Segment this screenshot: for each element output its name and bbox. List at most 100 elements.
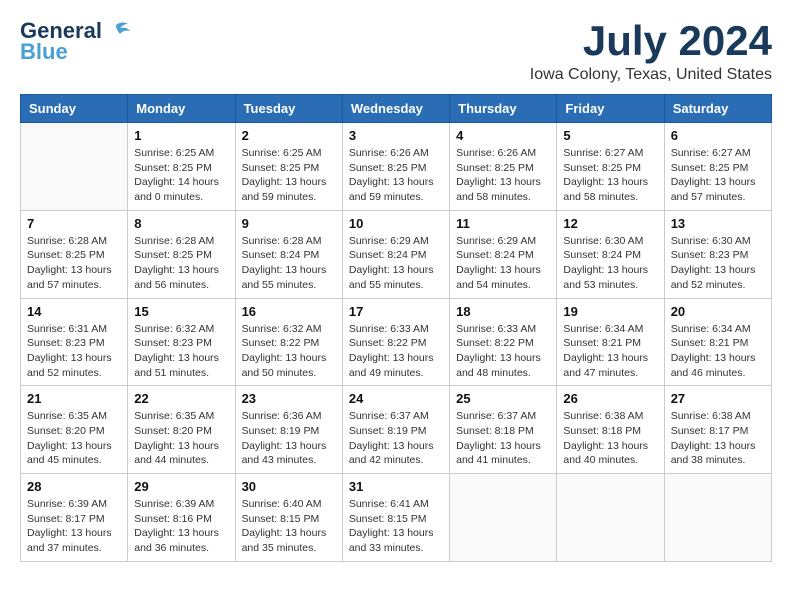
calendar-cell: 29Sunrise: 6:39 AM Sunset: 8:16 PM Dayli…: [128, 474, 235, 562]
calendar-cell: 13Sunrise: 6:30 AM Sunset: 8:23 PM Dayli…: [664, 210, 771, 298]
day-info: Sunrise: 6:32 AM Sunset: 8:22 PM Dayligh…: [242, 322, 336, 381]
day-number: 26: [563, 391, 657, 406]
calendar-cell: 30Sunrise: 6:40 AM Sunset: 8:15 PM Dayli…: [235, 474, 342, 562]
day-number: 18: [456, 304, 550, 319]
calendar-cell: 8 Sunrise: 6:28 AM Sunset: 8:25 PM Daylig…: [128, 210, 235, 298]
calendar-cell: 17 Sunrise: 6:33 AM Sunset: 8:22 PM Dayli…: [342, 298, 449, 386]
calendar-cell: 28 Sunrise: 6:39 AM Sunset: 8:17 PM Dayli…: [21, 474, 128, 562]
day-number: 23: [242, 391, 336, 406]
calendar-cell: 31 Sunrise: 6:41 AM Sunset: 8:15 PM Dayli…: [342, 474, 449, 562]
day-info: Sunrise: 6:28 AM Sunset: 8:24 PM Dayligh…: [242, 234, 336, 293]
logo-blue: Blue: [20, 39, 68, 65]
day-number: 21: [27, 391, 121, 406]
title-block: July 2024 Iowa Colony, Texas, United Sta…: [530, 20, 772, 84]
day-number: 17: [349, 304, 443, 319]
day-info: Sunrise: 6:35 AM Sunset: 8:20 PM Dayligh…: [134, 409, 228, 468]
calendar-cell: 11Sunrise: 6:29 AM Sunset: 8:24 PM Dayli…: [450, 210, 557, 298]
day-number: 2: [242, 128, 336, 143]
day-number: 11: [456, 216, 550, 231]
day-info: Sunrise: 6:33 AM Sunset: 8:22 PM Dayligh…: [349, 322, 443, 381]
calendar-cell: 19 Sunrise: 6:34 AM Sunset: 8:21 PM Dayli…: [557, 298, 664, 386]
day-number: 19: [563, 304, 657, 319]
calendar-cell: 12Sunrise: 6:30 AM Sunset: 8:24 PM Dayli…: [557, 210, 664, 298]
day-number: 14: [27, 304, 121, 319]
day-info: Sunrise: 6:39 AM Sunset: 8:17 PM Dayligh…: [27, 497, 121, 556]
day-info: Sunrise: 6:36 AM Sunset: 8:19 PM Dayligh…: [242, 409, 336, 468]
day-number: 27: [671, 391, 765, 406]
calendar-cell: 21 Sunrise: 6:35 AM Sunset: 8:20 PM Dayli…: [21, 386, 128, 474]
calendar-header-row: SundayMondayTuesdayWednesdayThursdayFrid…: [21, 95, 772, 123]
calendar-cell: 1 Sunrise: 6:25 AM Sunset: 8:25 PM Daylig…: [128, 123, 235, 211]
calendar-cell: 6 Sunrise: 6:27 AM Sunset: 8:25 PM Daylig…: [664, 123, 771, 211]
day-info: Sunrise: 6:30 AM Sunset: 8:23 PM Dayligh…: [671, 234, 765, 293]
weekday-header-tuesday: Tuesday: [235, 95, 342, 123]
day-info: Sunrise: 6:27 AM Sunset: 8:25 PM Dayligh…: [563, 146, 657, 205]
calendar-cell: [450, 474, 557, 562]
day-info: Sunrise: 6:38 AM Sunset: 8:17 PM Dayligh…: [671, 409, 765, 468]
calendar-week-row: 21 Sunrise: 6:35 AM Sunset: 8:20 PM Dayli…: [21, 386, 772, 474]
calendar-cell: 23 Sunrise: 6:36 AM Sunset: 8:19 PM Dayli…: [235, 386, 342, 474]
day-number: 4: [456, 128, 550, 143]
calendar-cell: 25 Sunrise: 6:37 AM Sunset: 8:18 PM Dayli…: [450, 386, 557, 474]
day-info: Sunrise: 6:40 AM Sunset: 8:15 PM Dayligh…: [242, 497, 336, 556]
month-title: July 2024: [530, 20, 772, 62]
weekday-header-sunday: Sunday: [21, 95, 128, 123]
calendar-week-row: 1 Sunrise: 6:25 AM Sunset: 8:25 PM Daylig…: [21, 123, 772, 211]
day-number: 6: [671, 128, 765, 143]
day-number: 3: [349, 128, 443, 143]
day-number: 28: [27, 479, 121, 494]
day-info: Sunrise: 6:38 AM Sunset: 8:18 PM Dayligh…: [563, 409, 657, 468]
day-info: Sunrise: 6:26 AM Sunset: 8:25 PM Dayligh…: [349, 146, 443, 205]
calendar-week-row: 7 Sunrise: 6:28 AM Sunset: 8:25 PM Daylig…: [21, 210, 772, 298]
day-number: 9: [242, 216, 336, 231]
calendar-cell: 22 Sunrise: 6:35 AM Sunset: 8:20 PM Dayli…: [128, 386, 235, 474]
day-number: 16: [242, 304, 336, 319]
calendar-cell: 15Sunrise: 6:32 AM Sunset: 8:23 PM Dayli…: [128, 298, 235, 386]
logo: General Blue: [20, 20, 130, 65]
weekday-header-wednesday: Wednesday: [342, 95, 449, 123]
day-info: Sunrise: 6:31 AM Sunset: 8:23 PM Dayligh…: [27, 322, 121, 381]
day-number: 1: [134, 128, 228, 143]
day-info: Sunrise: 6:25 AM Sunset: 8:25 PM Dayligh…: [242, 146, 336, 205]
calendar-cell: 10Sunrise: 6:29 AM Sunset: 8:24 PM Dayli…: [342, 210, 449, 298]
day-info: Sunrise: 6:35 AM Sunset: 8:20 PM Dayligh…: [27, 409, 121, 468]
day-number: 7: [27, 216, 121, 231]
calendar-cell: 2 Sunrise: 6:25 AM Sunset: 8:25 PM Daylig…: [235, 123, 342, 211]
calendar-cell: 3 Sunrise: 6:26 AM Sunset: 8:25 PM Daylig…: [342, 123, 449, 211]
weekday-header-thursday: Thursday: [450, 95, 557, 123]
day-info: Sunrise: 6:28 AM Sunset: 8:25 PM Dayligh…: [134, 234, 228, 293]
calendar-cell: 5 Sunrise: 6:27 AM Sunset: 8:25 PM Daylig…: [557, 123, 664, 211]
day-info: Sunrise: 6:25 AM Sunset: 8:25 PM Dayligh…: [134, 146, 228, 205]
day-number: 12: [563, 216, 657, 231]
day-info: Sunrise: 6:26 AM Sunset: 8:25 PM Dayligh…: [456, 146, 550, 205]
calendar-cell: 4 Sunrise: 6:26 AM Sunset: 8:25 PM Daylig…: [450, 123, 557, 211]
calendar-cell: 18 Sunrise: 6:33 AM Sunset: 8:22 PM Dayli…: [450, 298, 557, 386]
calendar-cell: 27 Sunrise: 6:38 AM Sunset: 8:17 PM Dayli…: [664, 386, 771, 474]
calendar-cell: 9 Sunrise: 6:28 AM Sunset: 8:24 PM Daylig…: [235, 210, 342, 298]
day-info: Sunrise: 6:27 AM Sunset: 8:25 PM Dayligh…: [671, 146, 765, 205]
day-number: 31: [349, 479, 443, 494]
day-number: 8: [134, 216, 228, 231]
day-number: 29: [134, 479, 228, 494]
day-info: Sunrise: 6:33 AM Sunset: 8:22 PM Dayligh…: [456, 322, 550, 381]
calendar-cell: 7Sunrise: 6:28 AM Sunset: 8:25 PM Daylig…: [21, 210, 128, 298]
day-number: 5: [563, 128, 657, 143]
page-header: General Blue July 2024 Iowa Colony, Texa…: [20, 20, 772, 84]
logo-bird-icon: [102, 21, 130, 43]
day-info: Sunrise: 6:34 AM Sunset: 8:21 PM Dayligh…: [563, 322, 657, 381]
weekday-header-saturday: Saturday: [664, 95, 771, 123]
calendar-cell: 24Sunrise: 6:37 AM Sunset: 8:19 PM Dayli…: [342, 386, 449, 474]
calendar-cell: [664, 474, 771, 562]
day-number: 10: [349, 216, 443, 231]
day-number: 22: [134, 391, 228, 406]
day-info: Sunrise: 6:37 AM Sunset: 8:18 PM Dayligh…: [456, 409, 550, 468]
day-info: Sunrise: 6:41 AM Sunset: 8:15 PM Dayligh…: [349, 497, 443, 556]
day-info: Sunrise: 6:37 AM Sunset: 8:19 PM Dayligh…: [349, 409, 443, 468]
weekday-header-monday: Monday: [128, 95, 235, 123]
day-number: 25: [456, 391, 550, 406]
calendar-cell: 16 Sunrise: 6:32 AM Sunset: 8:22 PM Dayli…: [235, 298, 342, 386]
day-number: 15: [134, 304, 228, 319]
calendar-cell: [21, 123, 128, 211]
calendar-cell: [557, 474, 664, 562]
calendar-table: SundayMondayTuesdayWednesdayThursdayFrid…: [20, 94, 772, 562]
